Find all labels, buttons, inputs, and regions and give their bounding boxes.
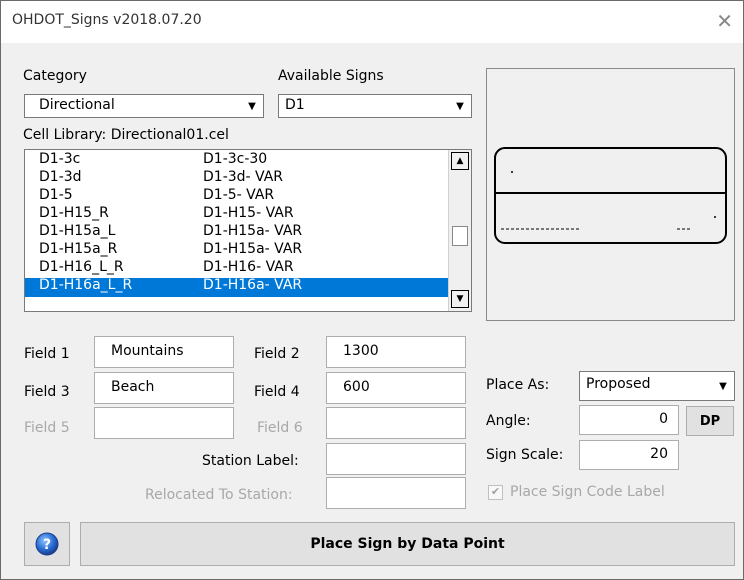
cell-library-label: Cell Library: Directional01.cel <box>23 127 229 143</box>
place-as-dropdown[interactable]: Proposed ▼ <box>579 371 735 401</box>
sign-code-label: Place Sign Code Label <box>510 484 665 500</box>
chevron-down-icon[interactable]: ▼ <box>451 97 469 115</box>
scroll-down-icon[interactable]: ▼ <box>451 290 469 308</box>
sign-variant: D1-3d- VAR <box>203 169 284 185</box>
list-item-selected[interactable]: D1-H16a_L_R D1-H16a- VAR <box>25 277 448 297</box>
available-signs-label: Available Signs <box>278 68 384 84</box>
list-item[interactable]: D1-5 D1-5- VAR <box>25 187 448 206</box>
sign-variant: D1-5- VAR <box>203 187 275 203</box>
window-title: OHDOT_Signs v2018.07.20 <box>12 12 202 28</box>
dialog-window: OHDOT_Signs v2018.07.20 ✕ Category Direc… <box>0 0 744 580</box>
field1-value: Mountains <box>111 343 184 359</box>
relocated-label: Relocated To Station: <box>145 487 293 503</box>
help-button[interactable]: ? <box>24 522 70 566</box>
sign-variant: D1-H16- VAR <box>203 259 294 275</box>
field4-value: 600 <box>343 379 370 395</box>
relocated-input <box>326 477 466 509</box>
list-item[interactable]: D1-3d D1-3d- VAR <box>25 169 448 188</box>
field5-label: Field 5 <box>24 420 70 436</box>
scroll-up-icon[interactable]: ▲ <box>451 152 469 170</box>
available-signs-dropdown[interactable]: D1 ▼ <box>278 94 472 118</box>
field1-label: Field 1 <box>24 346 70 362</box>
field6-label: Field 6 <box>257 420 303 436</box>
place-as-label: Place As: <box>486 377 550 393</box>
sign-variant: D1-H15- VAR <box>203 205 294 221</box>
chevron-down-icon[interactable]: ▼ <box>243 97 261 115</box>
angle-value: 0 <box>659 411 668 427</box>
field2-value: 1300 <box>343 343 379 359</box>
scrollbar[interactable]: ▲ ▼ <box>448 150 471 311</box>
sign-variant: D1-3c-30 <box>203 151 268 167</box>
sign-preview <box>486 68 735 321</box>
field5-input <box>94 407 234 439</box>
sign-code: D1-H15a_R <box>39 241 118 257</box>
sign-code: D1-3c <box>39 151 81 167</box>
place-as-value: Proposed <box>586 376 651 392</box>
dp-button[interactable]: DP <box>686 406 734 436</box>
sign-code: D1-H15_R <box>39 205 109 221</box>
sign-code: D1-5 <box>39 187 73 203</box>
sign-scale-label: Sign Scale: <box>486 447 564 463</box>
field6-input <box>326 407 466 439</box>
category-label: Category <box>23 68 87 84</box>
help-icon: ? <box>35 532 59 556</box>
field3-label: Field 3 <box>24 384 70 400</box>
list-item[interactable]: D1-H15_R D1-H15- VAR <box>25 205 448 224</box>
station-label-label: Station Label: <box>202 453 299 469</box>
sign-code: D1-H15a_L <box>39 223 116 239</box>
sign-scale-value: 20 <box>650 446 668 462</box>
field1-input[interactable]: Mountains <box>94 336 234 368</box>
list-item[interactable]: D1-H15a_L D1-H15a- VAR <box>25 223 448 242</box>
field4-input[interactable]: 600 <box>326 372 466 404</box>
angle-input[interactable]: 0 <box>579 405 679 435</box>
sign-variant: D1-H15a- VAR <box>203 241 303 257</box>
available-signs-value: D1 <box>285 97 305 113</box>
sign-preview-drawing <box>494 147 727 244</box>
title-bar: OHDOT_Signs v2018.07.20 ✕ <box>1 1 743 43</box>
sign-scale-input[interactable]: 20 <box>579 440 679 470</box>
svg-text:?: ? <box>43 537 51 553</box>
chevron-down-icon[interactable]: ▼ <box>714 377 732 395</box>
angle-label: Angle: <box>486 413 531 429</box>
scroll-thumb[interactable] <box>452 226 468 246</box>
field2-input[interactable]: 1300 <box>326 336 466 368</box>
sign-list[interactable]: D1-3c D1-3c-30 D1-3d D1-3d- VAR D1-5 D1-5- … <box>24 149 472 312</box>
list-item[interactable]: D1-H15a_R D1-H15a- VAR <box>25 241 448 260</box>
list-item[interactable]: D1-H16_L_R D1-H16- VAR <box>25 259 448 278</box>
sign-variant: D1-H16a- VAR <box>203 277 303 293</box>
sign-code: D1-H16_L_R <box>39 259 124 275</box>
sign-code-checkbox[interactable]: ✔ <box>488 485 503 500</box>
field3-input[interactable]: Beach <box>94 372 234 404</box>
station-label-input[interactable] <box>326 443 466 475</box>
field2-label: Field 2 <box>254 346 300 362</box>
list-item[interactable]: D1-3c D1-3c-30 <box>25 151 448 170</box>
category-dropdown[interactable]: Directional ▼ <box>24 94 264 118</box>
field4-label: Field 4 <box>254 384 300 400</box>
close-icon[interactable]: ✕ <box>716 9 733 33</box>
category-value: Directional <box>39 97 115 113</box>
sign-code: D1-H16a_L_R <box>39 277 133 293</box>
sign-code: D1-3d <box>39 169 82 185</box>
place-sign-button[interactable]: Place Sign by Data Point <box>80 522 735 566</box>
sign-variant: D1-H15a- VAR <box>203 223 303 239</box>
field3-value: Beach <box>111 379 155 395</box>
